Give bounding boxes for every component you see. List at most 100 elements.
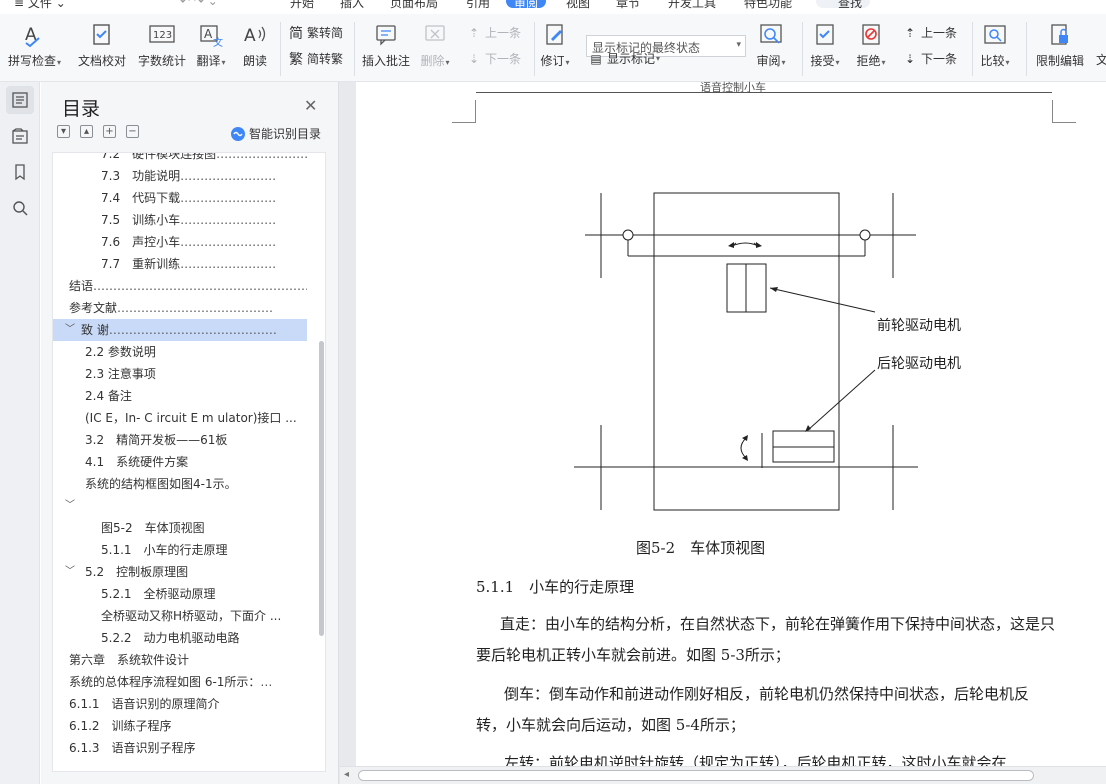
remove-heading-icon[interactable]: − (126, 125, 139, 138)
toc-item[interactable]: 参考文献………………………………… (53, 297, 307, 319)
toc-item-label: 2.4 备注 (85, 389, 132, 403)
toc-item[interactable]: 系统的总体程序流程如图 6-1所示：… (53, 671, 307, 693)
toc-item[interactable]: 系统的结构框图如图4-1示。 (53, 473, 307, 495)
prev-change-button[interactable]: ⇡ 上一条 (902, 24, 957, 41)
prev-comment-button[interactable]: ⇡ 上一条 (466, 24, 521, 41)
chevron-down-icon[interactable]: ﹀ (65, 319, 75, 341)
toc-item-label: 结语 (69, 279, 94, 293)
menu-insert[interactable]: 插入 (340, 0, 364, 11)
search-icon[interactable] (6, 194, 34, 222)
read-aloud-button[interactable]: A 朗读 (240, 20, 270, 69)
simp-to-trad-button[interactable]: 繁 简转繁 (288, 50, 343, 68)
toc-item-label: 7.6 声控小车 (101, 235, 181, 249)
toc-item-label: 致 谢 (81, 323, 109, 337)
word-count-button[interactable]: 123 字数统计 (138, 20, 186, 69)
show-markup-button[interactable]: ▤ 显示标记 ▾ (588, 50, 660, 67)
toc-item[interactable]: ﹀ 致 谢…………………………………… (53, 319, 307, 341)
chevron-down-icon[interactable]: ﹀ (65, 561, 75, 583)
restrict-edit-button[interactable]: 限制编辑 (1036, 20, 1084, 69)
reject-icon (856, 20, 886, 50)
doc-proof-button[interactable]: 文档校对 (78, 20, 126, 69)
revise-button[interactable]: 修订▾ (540, 20, 570, 69)
toc-scrollbar[interactable] (319, 341, 324, 636)
toc-item[interactable]: 6.1.3 语音识别子程序 (53, 737, 307, 759)
toc-item[interactable]: 2.4 备注 (53, 385, 307, 407)
menu-chapter[interactable]: 章节 (616, 0, 640, 11)
toc-item[interactable]: 结语……………………………………………… (53, 275, 307, 297)
reject-button[interactable]: 拒绝▾ (856, 20, 886, 69)
spell-check-button[interactable]: A 拼写检查▾ (8, 20, 61, 69)
toc-item[interactable]: 5.1.1 小车的行走原理 (53, 539, 307, 561)
menu-review[interactable]: 审阅 (506, 0, 547, 10)
menu-file[interactable]: ≡ 文件 ⌄ (14, 0, 66, 11)
add-heading-icon[interactable]: + (103, 125, 116, 138)
toc-item[interactable]: 5.2.1 全桥驱动原理 (53, 583, 307, 605)
menu-view[interactable]: 视图 (566, 0, 590, 11)
review-pane-button[interactable]: 审阅▾ (756, 20, 786, 69)
toc-item[interactable]: 6.1.1 语音识别的原理简介 (53, 693, 307, 715)
toc-item-leader: …………………… (216, 152, 307, 161)
menu-features[interactable]: 特色功能 (744, 0, 792, 11)
compare-button[interactable]: 比较▾ (980, 20, 1010, 69)
ribbon-separator (1026, 22, 1027, 76)
toc-item-label: 5.2.1 全桥驱动原理 (101, 587, 216, 601)
menu-layout[interactable]: 页面布局 (390, 0, 438, 11)
menu-devtools[interactable]: 开发工具 (668, 0, 716, 11)
page-header-rule (476, 92, 1052, 93)
toc-item[interactable]: 2.2 参数说明 (53, 341, 307, 363)
accept-button[interactable]: 接受▾ (810, 20, 840, 69)
close-icon[interactable]: ✕ (304, 96, 317, 115)
delete-comment-button[interactable]: 删除▾ (420, 20, 450, 69)
toc-item[interactable]: 6.1.2 训练子程序 (53, 715, 307, 737)
insert-comment-button[interactable]: 插入批注 (362, 20, 410, 69)
more-ribbon-item[interactable]: 文 (1096, 51, 1106, 68)
toc-item[interactable]: 7.7 重新训练…………………… (53, 253, 307, 275)
menu-search[interactable]: 查找 (816, 0, 871, 10)
toc-item[interactable]: 全桥驱动又称H桥驱动，下面介 ... (53, 605, 307, 627)
toc-item[interactable]: 7.5 训练小车…………………… (53, 209, 307, 231)
pane-splitter[interactable] (338, 82, 356, 784)
toc-item[interactable]: 4.1 系统硬件方案 (53, 451, 307, 473)
toc-panel-icon[interactable] (6, 86, 34, 114)
word-count-icon: 123 (147, 20, 177, 50)
next-comment-button[interactable]: ⇣ 下一条 (466, 50, 521, 67)
toc-item[interactable]: 5.2.2 动力电机驱动电路 (53, 627, 307, 649)
toc-item-label: 系统的结构框图如图4-1示。 (85, 477, 237, 491)
section-heading: 5.1.1 小车的行走原理 (476, 578, 635, 596)
next-change-button[interactable]: ⇣ 下一条 (902, 50, 957, 67)
toc-item[interactable]: 第六章 系统软件设计 (53, 649, 307, 671)
chevron-down-icon[interactable]: ﹀ (65, 495, 75, 517)
ribbon-separator (972, 22, 973, 76)
trad-to-simp-button[interactable]: 简 繁转简 (288, 24, 343, 42)
toc-item-label: 7.4 代码下载 (101, 191, 181, 205)
toc-item[interactable]: 7.6 声控小车…………………… (53, 231, 307, 253)
scroll-left-icon[interactable]: ◂ (344, 769, 349, 780)
smart-toc-button[interactable]: 智能识别目录 (231, 125, 321, 142)
paragraph-reverse: 倒车：倒车动作和前进动作刚好相反，前轮电机仍然保持中间状态，后轮电机反转，小车就… (476, 685, 1030, 734)
toc-item-label: 参考文献 (69, 301, 118, 315)
next-change-icon: ⇣ (904, 51, 916, 66)
toc-item[interactable]: 7.3 功能说明…………………… (53, 165, 307, 187)
scrollbar-thumb[interactable] (358, 770, 1034, 781)
translate-button[interactable]: A文 翻译▾ (196, 20, 226, 69)
toc-item[interactable]: 3.2 精简开发板——61板 (53, 429, 307, 451)
collapse-all-icon[interactable]: ▾ (57, 125, 70, 138)
toc-item[interactable]: 图5-2 车体顶视图 (53, 517, 307, 539)
toc-item[interactable]: 7.2 硬件模块连接图…………………… (53, 152, 307, 165)
toc-item[interactable]: 7.4 代码下载…………………… (53, 187, 307, 209)
outline-icon[interactable] (6, 122, 34, 150)
translate-icon: A文 (196, 20, 226, 50)
toc-item[interactable]: ﹀ (53, 495, 307, 517)
menu-references[interactable]: 引用 (466, 0, 490, 11)
bookmark-icon[interactable] (6, 158, 34, 186)
toc-item[interactable]: ﹀ 5.2 控制板原理图 (53, 561, 307, 583)
toc-list: 7.2 硬件模块连接图…………………… 7.3 功能说明…………………… 7.4 代… (52, 152, 326, 772)
horizontal-scrollbar[interactable]: ◂ (340, 766, 1106, 784)
toc-item-leader: ………………………………… (117, 301, 274, 315)
toc-item[interactable]: (IC E，In- C ircuit E m ulator)接口 ... (53, 407, 307, 429)
read-aloud-icon: A (240, 20, 270, 50)
toc-item[interactable]: 2.3 注意事项 (53, 363, 307, 385)
menu-home[interactable]: 开始 (290, 0, 314, 11)
expand-up-icon[interactable]: ▴ (80, 125, 93, 138)
undo-redo[interactable]: ↶ ↷ ⌄ (180, 0, 218, 8)
